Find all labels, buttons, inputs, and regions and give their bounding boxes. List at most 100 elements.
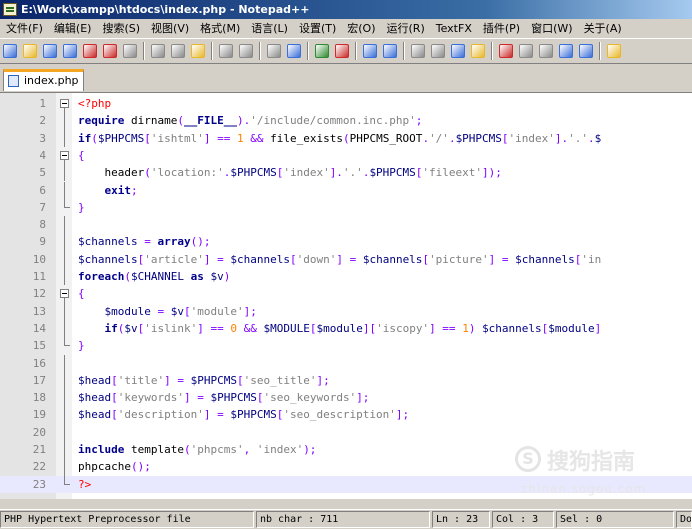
find-button[interactable] bbox=[265, 42, 283, 60]
stop-macro-button[interactable] bbox=[517, 42, 535, 60]
code-token: (); bbox=[130, 460, 151, 474]
code-token: ] = bbox=[488, 252, 516, 266]
open-file-button[interactable] bbox=[21, 42, 39, 60]
line-number: 12 bbox=[32, 287, 46, 301]
copy-button[interactable] bbox=[169, 42, 187, 60]
fold-line bbox=[64, 423, 65, 441]
code-token: $PHPCMS bbox=[210, 391, 257, 405]
menu-item[interactable]: 语言(L) bbox=[245, 19, 293, 38]
code-line: 10 $channels['article'] = $channels['down… bbox=[0, 250, 692, 268]
line-number: 14 bbox=[32, 321, 46, 335]
menu-item[interactable]: 窗口(W) bbox=[525, 19, 577, 38]
menu-item[interactable]: 插件(P) bbox=[477, 19, 525, 38]
save-all-button[interactable] bbox=[61, 42, 79, 60]
fold-line bbox=[64, 268, 65, 286]
save-macro-button[interactable] bbox=[577, 42, 595, 60]
code-token: ] bbox=[594, 321, 602, 335]
code-text: $channels['article'] = $channels['down']… bbox=[78, 251, 601, 268]
paste-icon bbox=[191, 44, 205, 58]
run-macro-multi-button[interactable] bbox=[557, 42, 575, 60]
close-all-button[interactable] bbox=[101, 42, 119, 60]
fold-line bbox=[64, 233, 65, 251]
code-token: __FILE__ bbox=[183, 114, 237, 128]
toolbar-separator bbox=[259, 42, 261, 60]
menu-item[interactable]: TextFX bbox=[430, 19, 477, 38]
menu-item[interactable]: 格式(M) bbox=[194, 19, 245, 38]
print-button[interactable] bbox=[121, 42, 139, 60]
show-all-button[interactable] bbox=[429, 42, 447, 60]
menu-item[interactable]: 运行(R) bbox=[381, 19, 430, 38]
menu-item[interactable]: 搜索(S) bbox=[96, 19, 145, 38]
replace-button[interactable] bbox=[285, 42, 303, 60]
code-token: ?> bbox=[78, 477, 92, 491]
new-file-icon bbox=[3, 44, 17, 58]
code-token: '/include/common.inc.php' bbox=[250, 114, 416, 128]
sync-h-button[interactable] bbox=[381, 42, 399, 60]
status-char-count: nb char : 711 bbox=[256, 511, 430, 528]
code-line: 19 $head['description'] = $PHPCMS['seo_de… bbox=[0, 406, 692, 424]
indent-guide-button[interactable] bbox=[449, 42, 467, 60]
fold-end-marker bbox=[64, 475, 70, 485]
code-token: = bbox=[137, 235, 158, 249]
new-file-button[interactable] bbox=[1, 42, 19, 60]
indent-guide-icon bbox=[451, 44, 465, 58]
line-number: 15 bbox=[32, 339, 46, 353]
horizontal-scrollbar[interactable] bbox=[0, 499, 692, 509]
zoom-out-button[interactable] bbox=[333, 42, 351, 60]
code-text: $module = $v['module']; bbox=[78, 303, 256, 320]
fold-end-marker bbox=[64, 198, 70, 208]
line-number: 8 bbox=[39, 218, 46, 232]
extra-button[interactable] bbox=[605, 42, 623, 60]
code-token: '/' bbox=[429, 131, 449, 145]
open-file-icon bbox=[23, 44, 37, 58]
menu-item[interactable]: 宏(O) bbox=[341, 19, 380, 38]
wrap-button[interactable] bbox=[409, 42, 427, 60]
record-macro-button[interactable] bbox=[497, 42, 515, 60]
undo-button[interactable] bbox=[217, 42, 235, 60]
status-filetype: PHP Hypertext Preprocessor file bbox=[0, 511, 254, 528]
code-token: [ bbox=[144, 131, 151, 145]
menu-item[interactable]: 文件(F) bbox=[0, 19, 48, 38]
play-macro-button[interactable] bbox=[537, 42, 555, 60]
code-text: header('location:'.$PHPCMS['index'].'.'.… bbox=[78, 164, 501, 181]
cut-button[interactable] bbox=[149, 42, 167, 60]
redo-button[interactable] bbox=[237, 42, 255, 60]
code-token: $head bbox=[78, 408, 112, 422]
code-token: $module bbox=[548, 321, 595, 335]
code-line: 11 foreach($CHANNEL as $v) bbox=[0, 268, 692, 286]
code-token: $channels bbox=[482, 321, 542, 335]
menu-bar: 文件(F) 编辑(E) 搜索(S) 视图(V) 格式(M) 语言(L) 设置(T) 宏(O) 运… bbox=[0, 19, 692, 38]
line-number: 18 bbox=[32, 391, 46, 405]
menu-item[interactable]: 编辑(E) bbox=[48, 19, 97, 38]
sync-v-button[interactable] bbox=[361, 42, 379, 60]
code-token: 'seo_description' bbox=[283, 408, 396, 422]
line-number: 21 bbox=[32, 443, 46, 456]
code-token: } bbox=[78, 339, 85, 353]
show-all-icon bbox=[431, 44, 445, 58]
code-line: 15} bbox=[0, 337, 692, 354]
code-text: foreach($CHANNEL as $v) bbox=[78, 268, 230, 285]
menu-item[interactable]: 关于(A) bbox=[578, 19, 627, 38]
menu-item[interactable]: 视图(V) bbox=[145, 19, 194, 38]
fold-collapse-icon[interactable] bbox=[60, 289, 69, 299]
fold-end-marker bbox=[64, 337, 70, 347]
code-token: 'iscopy' bbox=[376, 321, 430, 335]
fold-collapse-icon[interactable] bbox=[60, 150, 69, 160]
zoom-in-button[interactable] bbox=[313, 42, 331, 60]
fold-collapse-icon[interactable] bbox=[60, 99, 69, 108]
tab-index-php[interactable]: index.php bbox=[3, 69, 84, 91]
code-token: as bbox=[183, 270, 211, 283]
wrap-icon bbox=[411, 44, 425, 58]
code-token: ]. bbox=[329, 166, 343, 180]
menu-item[interactable]: 设置(T) bbox=[293, 19, 341, 38]
tab-label: index.php bbox=[24, 74, 79, 87]
code-editor[interactable]: 1 <?php 2 require dirname(__FILE__).'/inclu… bbox=[0, 92, 692, 499]
code-token: phpcache bbox=[78, 460, 131, 474]
paste-button[interactable] bbox=[189, 42, 207, 60]
fold-line bbox=[64, 112, 65, 130]
doc-map-button[interactable] bbox=[469, 42, 487, 60]
code-text: { bbox=[78, 285, 85, 302]
save-button[interactable] bbox=[41, 42, 59, 60]
close-button[interactable] bbox=[81, 42, 99, 60]
toolbar bbox=[0, 38, 692, 64]
